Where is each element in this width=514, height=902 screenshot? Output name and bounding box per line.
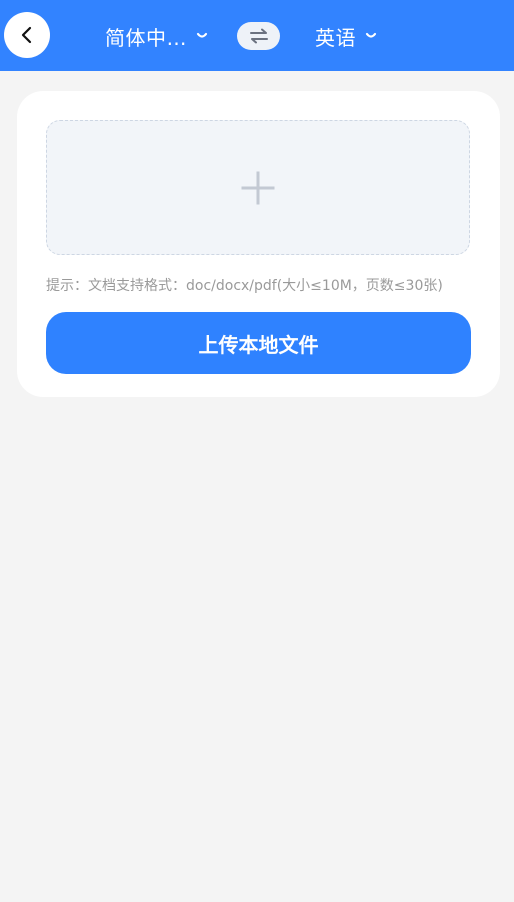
target-language-label: 英语 [315,25,356,50]
swap-languages-button[interactable] [237,22,280,50]
chevron-left-icon [21,26,32,44]
source-language-label: 简体中… [105,25,187,50]
swap-arrows-icon [249,28,268,44]
header-bar: 简体中… 英语 [0,0,514,71]
upload-card: 提示：文档支持格式：doc/docx/pdf(大小≤10M，页数≤30张) 上传… [17,91,500,397]
back-button[interactable] [4,12,50,58]
plus-icon [241,171,275,204]
target-language-selector[interactable]: 英语 [315,20,378,52]
source-language-selector[interactable]: 简体中… [105,20,209,52]
chevron-down-icon [196,32,208,38]
chevron-down-icon [365,32,377,38]
format-hint: 提示：文档支持格式：doc/docx/pdf(大小≤10M，页数≤30张) [46,278,443,294]
file-dropzone[interactable] [46,120,470,255]
upload-local-file-button[interactable]: 上传本地文件 [46,312,471,374]
